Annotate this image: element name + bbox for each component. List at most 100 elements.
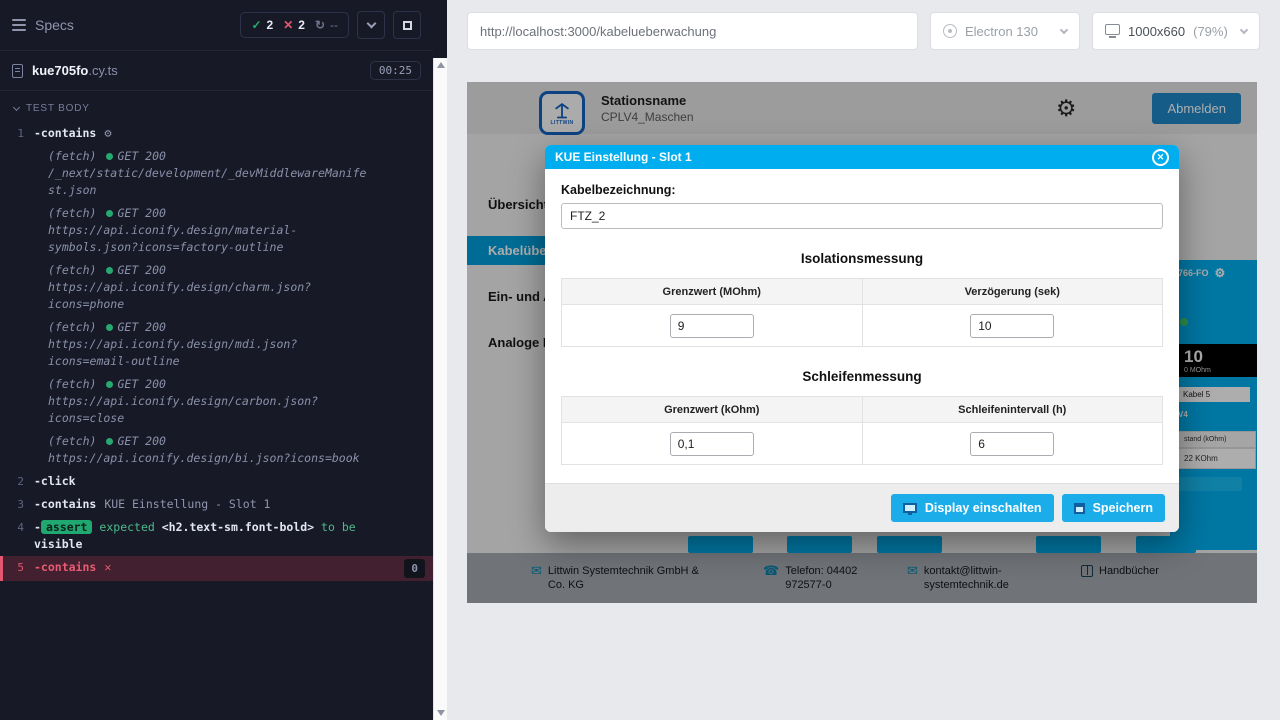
col-verzoegerung-sek: Verzögerung (sek) xyxy=(862,279,1163,305)
command-name: -contains xyxy=(34,496,96,513)
fetch-status: GET 200 xyxy=(117,434,165,448)
fetch-log-entry[interactable]: (fetch) GET 200 /_next/static/development… xyxy=(0,145,433,202)
command-log: 1 -contains ⚙ (fetch) GET 200 /_next/stat… xyxy=(0,122,433,581)
display-icon xyxy=(903,503,917,513)
command-contains-2[interactable]: 3 -contains KUE Einstellung - Slot 1 xyxy=(0,493,433,516)
fetch-url: https://api.iconify.design/material-symb… xyxy=(48,222,370,256)
status-dot-icon xyxy=(106,267,113,274)
gear-icon: ⚙ xyxy=(104,125,111,142)
spec-timer: 00:25 xyxy=(370,61,421,80)
command-assert[interactable]: 4 -assert expected <h2.text-sm.font-bold… xyxy=(0,516,433,556)
status-dot-icon xyxy=(106,381,113,388)
isolationsmessung-title: Isolationsmessung xyxy=(561,251,1163,266)
test-stats[interactable]: ✓2 ✕2 ↻-- xyxy=(240,12,349,38)
chevron-down-icon xyxy=(1240,25,1248,33)
command-contains-failed[interactable]: 5 -contains ✕ 0 xyxy=(0,556,433,581)
status-dot-icon xyxy=(106,210,113,217)
spec-row[interactable]: kue705fo.cy.ts 00:25 xyxy=(0,51,433,91)
scroll-up-icon[interactable] xyxy=(437,62,445,68)
fetch-url: https://api.iconify.design/carbon.json?i… xyxy=(48,393,370,427)
pending-icon: ↻ xyxy=(315,18,325,32)
command-message: KUE Einstellung - Slot 1 xyxy=(104,496,270,513)
fetch-status: GET 200 xyxy=(117,263,165,277)
fetch-url: /_next/static/development/_devMiddleware… xyxy=(48,165,370,199)
verzoegerung-sek-input[interactable] xyxy=(970,314,1054,338)
url-input[interactable] xyxy=(468,24,917,39)
fetch-tag: (fetch) xyxy=(48,206,96,220)
command-message: ✕ xyxy=(104,559,111,576)
spec-name: kue705fo xyxy=(32,63,88,78)
stop-icon xyxy=(403,21,412,30)
close-icon[interactable]: ✕ xyxy=(1152,149,1169,166)
specs-menu-button[interactable]: Specs xyxy=(12,17,74,33)
assert-badge: assert xyxy=(41,520,93,534)
line-number: 1 xyxy=(0,125,34,142)
specs-label: Specs xyxy=(35,17,74,33)
status-dot-icon xyxy=(106,438,113,445)
match-count-badge: 0 xyxy=(404,559,425,578)
chevron-down-icon xyxy=(1060,25,1068,33)
fetch-url: https://api.iconify.design/mdi.json?icon… xyxy=(48,336,370,370)
fetch-status: GET 200 xyxy=(117,320,165,334)
viewport-selector[interactable]: 1000x660 (79%) xyxy=(1092,12,1260,50)
line-number: 5 xyxy=(3,559,34,576)
save-icon xyxy=(1074,503,1085,514)
status-dot-icon xyxy=(106,324,113,331)
status-dot-icon xyxy=(106,153,113,160)
test-body-label: TEST BODY xyxy=(26,103,90,114)
kabelbezeichnung-label: Kabelbezeichnung: xyxy=(561,183,1163,197)
command-name: -click xyxy=(34,473,76,490)
fetch-log-entry[interactable]: (fetch) GET 200 https://api.iconify.desig… xyxy=(0,373,433,430)
cypress-reporter: Specs ✓2 ✕2 ↻-- kue705fo.cy.ts 00:25 TES… xyxy=(0,0,447,720)
grenzwert-mohm-input[interactable] xyxy=(670,314,754,338)
command-name: -contains xyxy=(34,125,96,142)
fetch-status: GET 200 xyxy=(117,149,165,163)
line-number: 4 xyxy=(0,519,34,536)
command-name: -contains xyxy=(34,559,96,576)
grenzwert-kohm-input[interactable] xyxy=(670,432,754,456)
browser-name: Electron 130 xyxy=(965,24,1038,39)
fetch-log-entry[interactable]: (fetch) GET 200 https://api.iconify.desig… xyxy=(0,316,433,373)
fetch-tag: (fetch) xyxy=(48,320,96,334)
collapse-button[interactable] xyxy=(357,11,385,39)
command-contains-1[interactable]: 1 -contains ⚙ xyxy=(0,122,433,145)
passed-icon: ✓ xyxy=(251,18,261,32)
speichern-button[interactable]: Speichern xyxy=(1062,494,1165,522)
kue-settings-modal: KUE Einstellung - Slot 1 ✕ Kabelbezeichn… xyxy=(545,145,1179,532)
url-bar xyxy=(467,12,918,50)
fetch-status: GET 200 xyxy=(117,377,165,391)
fetch-log-entry[interactable]: (fetch) GET 200 https://api.iconify.desig… xyxy=(0,259,433,316)
fetch-log-entry[interactable]: (fetch) GET 200 https://api.iconify.desig… xyxy=(0,202,433,259)
spec-ext: .cy.ts xyxy=(88,63,117,78)
test-runner-main: Electron 130 1000x660 (79%) LITTWIN Stat… xyxy=(447,0,1280,720)
test-body-toggle[interactable]: TEST BODY xyxy=(0,91,433,122)
col-schleifenintervall-h: Schleifenintervall (h) xyxy=(862,397,1163,423)
command-click[interactable]: 2 -click xyxy=(0,470,433,493)
isolationsmessung-table: Grenzwert (MOhm) Verzögerung (sek) xyxy=(561,278,1163,347)
fetch-url: https://api.iconify.design/bi.json?icons… xyxy=(48,450,360,467)
stop-button[interactable] xyxy=(393,11,421,39)
reporter-header: Specs ✓2 ✕2 ↻-- xyxy=(0,0,433,51)
schleifenintervall-input[interactable] xyxy=(970,432,1054,456)
fetch-log-entry[interactable]: (fetch) GET 200 https://api.iconify.desig… xyxy=(0,430,433,470)
reporter-scrollbar[interactable] xyxy=(433,58,447,720)
spec-file-icon xyxy=(12,64,23,78)
runner-toolbar: Electron 130 1000x660 (79%) xyxy=(467,12,1260,50)
fetch-tag: (fetch) xyxy=(48,149,96,163)
fetch-tag: (fetch) xyxy=(48,434,96,448)
fetch-tag: (fetch) xyxy=(48,263,96,277)
fetch-status: GET 200 xyxy=(117,206,165,220)
failed-icon: ✕ xyxy=(283,18,293,32)
modal-title: KUE Einstellung - Slot 1 xyxy=(555,150,692,164)
fetch-url: https://api.iconify.design/charm.json?ic… xyxy=(48,279,370,313)
electron-icon xyxy=(943,24,957,38)
schleifenmessung-title: Schleifenmessung xyxy=(561,369,1163,384)
aut-frame: LITTWIN Stationsname CPLV4_Maschen ⚙ Abm… xyxy=(467,82,1257,603)
modal-footer: Display einschalten Speichern xyxy=(545,483,1179,532)
browser-selector[interactable]: Electron 130 xyxy=(930,12,1080,50)
line-number: 2 xyxy=(0,473,34,490)
fetch-tag: (fetch) xyxy=(48,377,96,391)
scroll-down-icon[interactable] xyxy=(437,710,445,716)
kabelbezeichnung-input[interactable] xyxy=(561,203,1163,229)
display-einschalten-button[interactable]: Display einschalten xyxy=(891,494,1054,522)
